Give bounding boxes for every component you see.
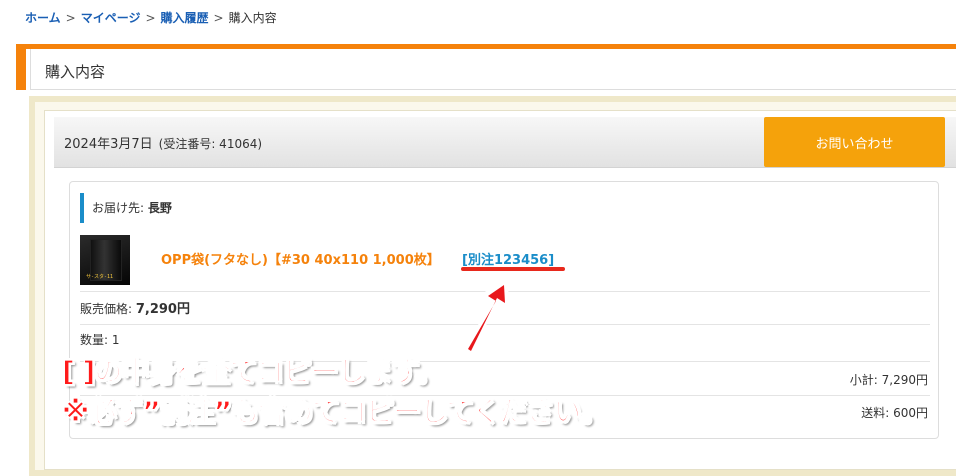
instruction-line-1: [ ]の中身を全てコピーします。: [61, 354, 444, 388]
instruction-line-2: ※必ず”別注”も含めてコピーしてください。: [61, 394, 609, 428]
instruction-annotation: [ ]の中身を全てコピーします。 ※必ず”別注”も含めてコピーしてください。: [61, 352, 609, 432]
